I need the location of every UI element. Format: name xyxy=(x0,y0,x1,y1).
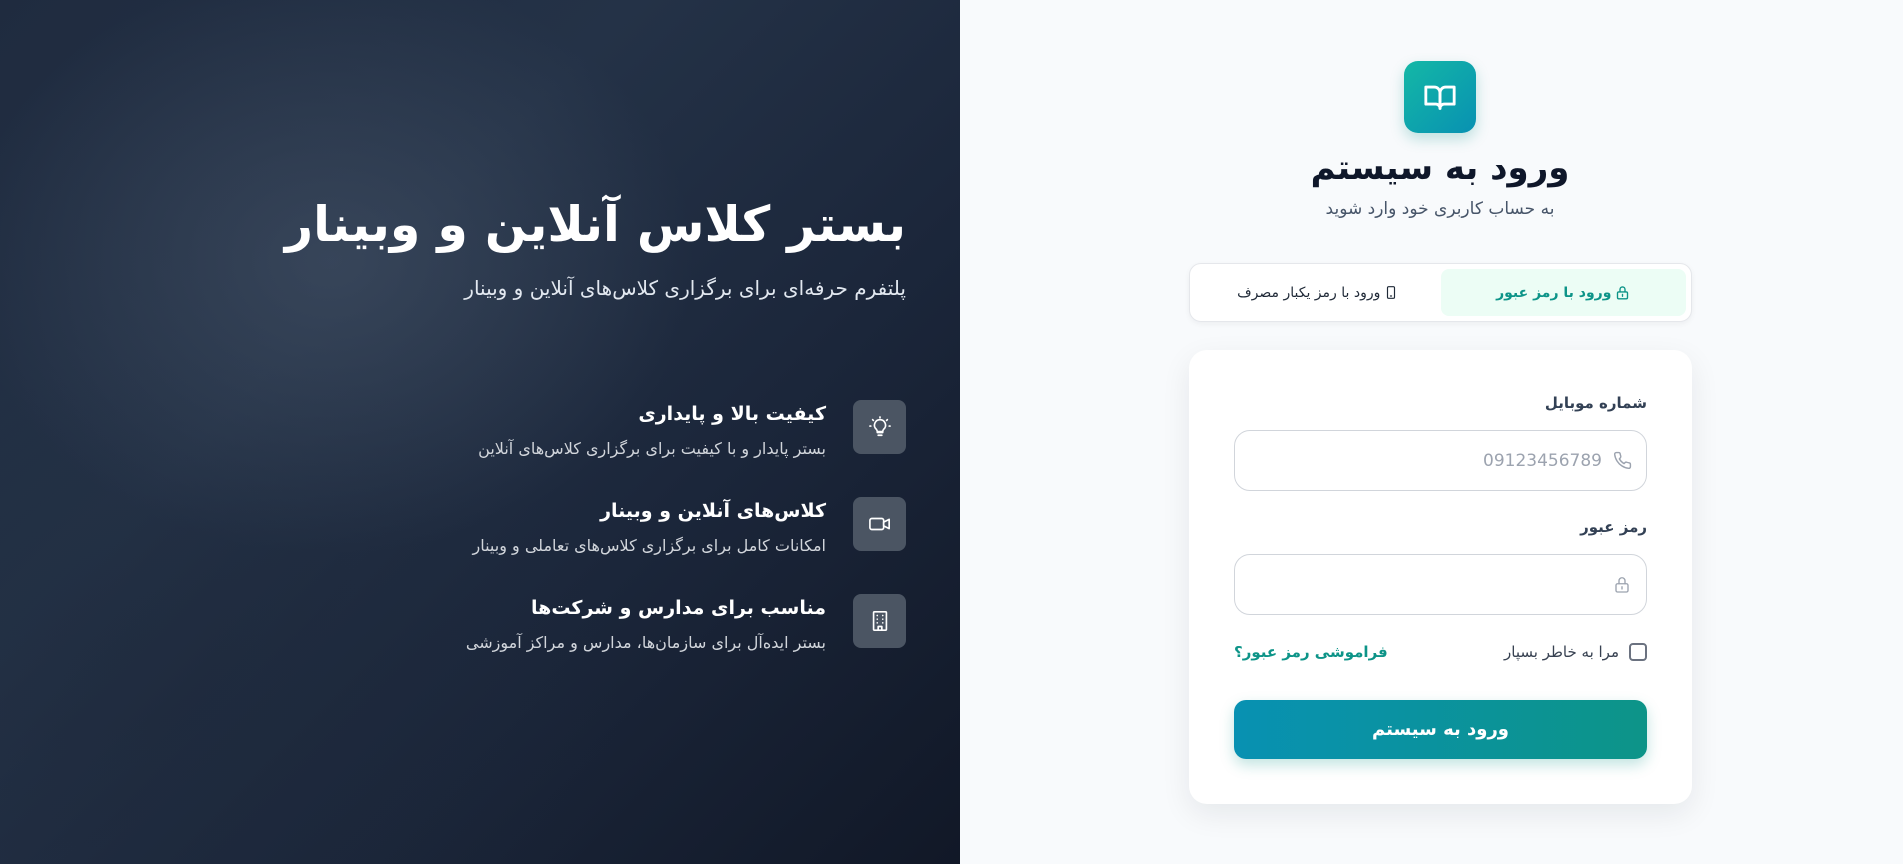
feature-title: مناسب برای مدارس و شرکت‌ها xyxy=(531,597,826,619)
lock-icon xyxy=(1612,575,1632,595)
login-subtitle: به حساب کاربری خود وارد شوید xyxy=(1325,199,1555,219)
feature-description: امکانات کامل برای برگزاری کلاس‌های تعامل… xyxy=(472,536,826,555)
feature-description: بستر ایده‌آل برای سازمان‌ها، مدارس و مرا… xyxy=(465,633,826,652)
feature-item-schools: مناسب برای مدارس و شرکت‌ها بستر ایده‌آل … xyxy=(346,594,906,658)
feature-item-quality: کیفیت بالا و پایداری بستر پایدار و با کی… xyxy=(346,400,906,464)
forgot-password-link[interactable]: فراموشی رمز عبور؟ xyxy=(1234,643,1388,661)
tab-label: ورود با رمز عبور xyxy=(1496,284,1612,301)
password-field-label: رمز عبور xyxy=(1580,518,1647,536)
mobile-field-label: شماره موبایل xyxy=(1544,394,1647,412)
feature-title: کلاس‌های آنلاین و وبینار xyxy=(600,500,826,522)
login-title: ورود به سیستم xyxy=(1310,148,1570,188)
tab-label: ورود با رمز یکبار مصرف xyxy=(1237,284,1381,301)
login-submit-button[interactable]: ورود به سیستم xyxy=(1234,700,1647,759)
hero-title: بستر کلاس آنلاین و وبینار xyxy=(284,196,906,253)
tab-password-login[interactable]: ورود با رمز عبور xyxy=(1440,269,1686,316)
tab-otp-login[interactable]: ورود با رمز یکبار مصرف xyxy=(1195,269,1441,316)
login-panel: ورود به سیستم به حساب کاربری خود وارد شو… xyxy=(960,0,1903,864)
password-input[interactable] xyxy=(1235,555,1602,614)
hero-panel: بستر کلاس آنلاین و وبینار پلتفرم حرفه‌ای… xyxy=(0,0,960,864)
remember-me-label[interactable]: مرا به خاطر بسپار xyxy=(1504,643,1619,661)
mobile-input[interactable] xyxy=(1235,431,1602,490)
mobile-phone-icon xyxy=(1384,285,1398,300)
feature-item-classes: کلاس‌های آنلاین و وبینار امکانات کامل بر… xyxy=(346,497,906,561)
open-book-icon xyxy=(1404,61,1476,133)
remember-me-checkbox[interactable] xyxy=(1629,643,1647,661)
password-field xyxy=(1234,554,1647,615)
video-camera-icon xyxy=(853,497,906,551)
mobile-field xyxy=(1234,430,1647,491)
lightbulb-icon xyxy=(853,400,906,454)
hero-subtitle: پلتفرم حرفه‌ای برای برگزاری کلاس‌های آنل… xyxy=(464,276,906,300)
login-form: شماره موبایل رمز عبور مرا به خاطر بسپار … xyxy=(1189,350,1692,804)
phone-icon xyxy=(1612,451,1632,471)
feature-title: کیفیت بالا و پایداری xyxy=(638,403,826,425)
building-icon xyxy=(853,594,906,648)
feature-description: بستر پایدار و با کیفیت برای برگزاری کلاس… xyxy=(478,439,826,458)
remember-me: مرا به خاطر بسپار xyxy=(1504,643,1647,661)
lock-icon xyxy=(1615,285,1630,300)
login-method-tabs: ورود با رمز عبور ورود با رمز یکبار مصرف xyxy=(1189,263,1692,322)
